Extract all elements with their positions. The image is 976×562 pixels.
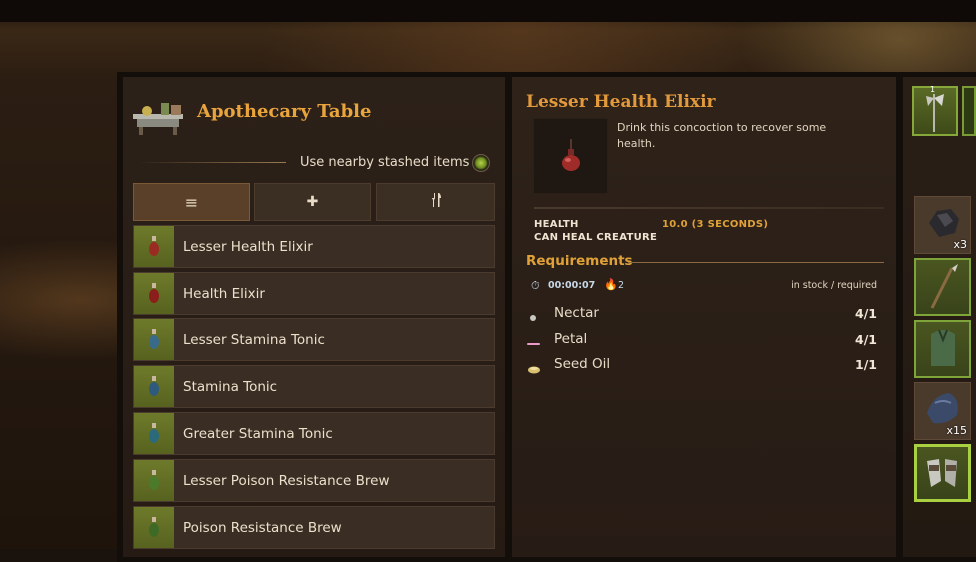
inventory-slot[interactable]: x15 xyxy=(914,382,971,440)
ingredient-name: Petal xyxy=(554,331,588,347)
inventory-slot[interactable] xyxy=(914,258,971,316)
recipe-label: Health Elixir xyxy=(183,286,265,302)
detail-item-image xyxy=(533,118,608,194)
recipe-label: Greater Stamina Tonic xyxy=(183,426,333,442)
craft-time: 00:00:07 xyxy=(548,280,596,291)
recipe-item[interactable]: Health Elixir xyxy=(133,272,495,315)
recipe-item[interactable]: Greater Stamina Tonic xyxy=(133,412,495,455)
inventory-slot[interactable] xyxy=(914,320,971,378)
potion-icon xyxy=(134,273,174,314)
tab-add[interactable]: ✚ xyxy=(254,183,371,221)
tab-consumables[interactable] xyxy=(376,183,495,221)
equipment-slot[interactable] xyxy=(962,86,976,136)
recipe-label: Poison Resistance Brew xyxy=(183,520,342,536)
stat-value: 10.0 (3 SECONDS) xyxy=(662,219,769,230)
nectar-icon xyxy=(527,308,541,321)
fabric-icon xyxy=(927,393,958,424)
requirements-divider xyxy=(628,262,884,263)
stat-key: HEALTH xyxy=(534,219,579,230)
apothecary-table-icon xyxy=(131,97,187,137)
potion-icon xyxy=(134,507,174,548)
list-icon: ≡ xyxy=(184,192,199,212)
potion-icon xyxy=(134,460,174,501)
inventory-slot[interactable]: x3 xyxy=(914,196,971,254)
health-elixir-icon xyxy=(562,139,580,171)
plus-icon: ✚ xyxy=(306,194,319,210)
top-bar xyxy=(0,0,976,22)
potion-icon xyxy=(134,366,174,407)
stopwatch-icon: ⏱ xyxy=(531,279,540,292)
recipe-label: Lesser Poison Resistance Brew xyxy=(183,473,390,489)
fire-icon: 🔥 xyxy=(604,278,618,291)
recipe-label: Stamina Tonic xyxy=(183,379,278,395)
recipe-item[interactable]: Lesser Stamina Tonic xyxy=(133,318,495,361)
stash-toggle-label: Use nearby stashed items xyxy=(300,155,470,170)
ingredient-qty: 4/1 xyxy=(855,332,877,347)
detail-title: Lesser Health Elixir xyxy=(526,92,716,112)
seed-oil-icon xyxy=(527,359,541,374)
gloves-icon xyxy=(927,459,957,487)
separator xyxy=(534,207,884,209)
ingredient-qty: 4/1 xyxy=(855,306,877,321)
petal-icon xyxy=(527,334,541,345)
stat-key: CAN HEAL CREATURE xyxy=(534,232,658,243)
recipe-item[interactable]: Poison Resistance Brew xyxy=(133,506,495,549)
potion-icon xyxy=(134,413,174,454)
potion-icon xyxy=(134,319,174,360)
recipe-item[interactable]: Lesser Poison Resistance Brew xyxy=(133,459,495,502)
utensils-icon xyxy=(430,192,442,212)
stash-toggle[interactable] xyxy=(472,154,490,172)
detail-description: Drink this concoction to recover some he… xyxy=(617,121,827,150)
recipe-label: Lesser Health Elixir xyxy=(183,239,313,255)
requirements-title: Requirements xyxy=(526,253,633,269)
station-title: Apothecary Table xyxy=(197,101,372,122)
stock-label: in stock / required xyxy=(791,280,877,291)
vest-icon xyxy=(931,329,955,366)
heat-level: 2 xyxy=(618,280,625,291)
item-count: x3 xyxy=(953,238,967,251)
ingredient-name: Nectar xyxy=(554,305,599,321)
recipe-label: Lesser Stamina Tonic xyxy=(183,332,325,348)
spear-icon xyxy=(930,264,958,309)
recipe-item[interactable]: Lesser Health Elixir xyxy=(133,225,495,268)
slot-number: 1 xyxy=(930,85,936,94)
tab-all[interactable]: ≡ xyxy=(133,183,250,221)
ingredient-name: Seed Oil xyxy=(554,356,611,372)
ingredient-qty: 1/1 xyxy=(855,357,877,372)
divider xyxy=(138,162,286,163)
axe-icon xyxy=(926,94,944,132)
stone-ore-icon xyxy=(929,209,959,237)
inventory-slot-selected[interactable] xyxy=(914,444,971,502)
recipe-item[interactable]: Stamina Tonic xyxy=(133,365,495,408)
item-count: x15 xyxy=(946,424,967,437)
potion-icon xyxy=(134,226,174,267)
